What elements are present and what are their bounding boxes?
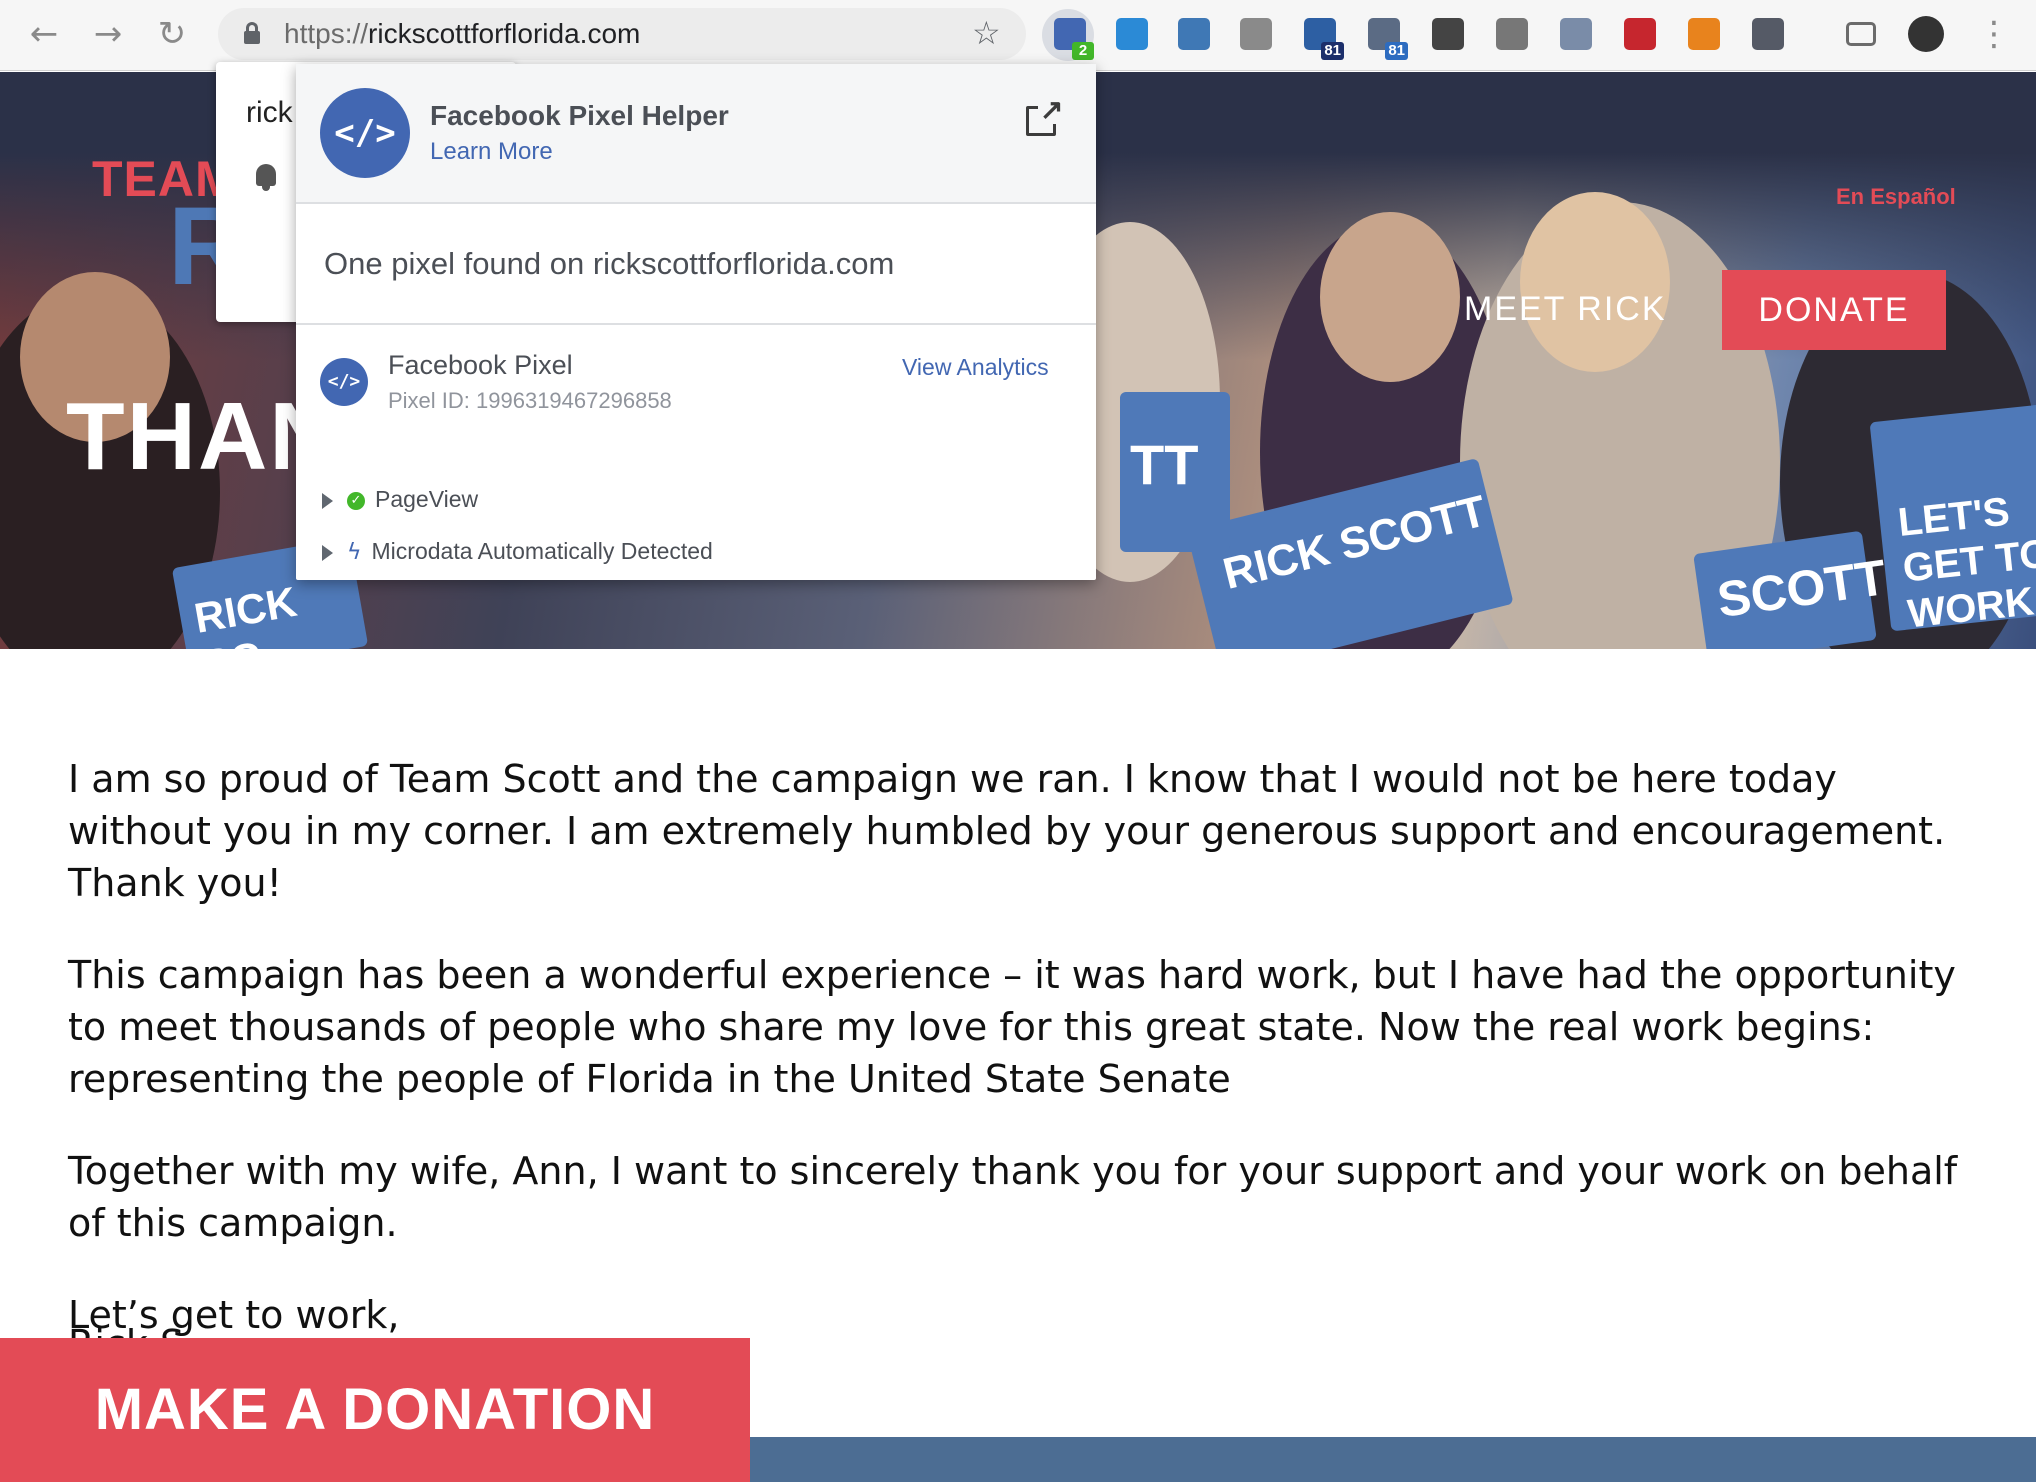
lock-icon[interactable] bbox=[244, 22, 260, 44]
reload-icon[interactable]: ↻ bbox=[152, 14, 192, 54]
pixel-helper-popup: </> Facebook Pixel Helper Learn More ↗ O… bbox=[296, 64, 1096, 580]
event-label: Microdata Automatically Detected bbox=[371, 538, 713, 564]
pixel-id: Pixel ID: 1996319467296858 bbox=[388, 388, 672, 413]
drive-ext-icon[interactable] bbox=[1240, 18, 1272, 50]
event-label: PageView bbox=[375, 486, 479, 512]
nav-donate-button[interactable]: DONATE bbox=[1722, 270, 1946, 350]
fox-ext-icon[interactable] bbox=[1688, 18, 1720, 50]
screen-capture-ext-icon[interactable] bbox=[1178, 18, 1210, 50]
event-row-microdata[interactable]: ϟ Microdata Automatically Detected bbox=[322, 538, 713, 565]
expand-triangle-icon[interactable] bbox=[322, 492, 333, 509]
facebook-pixel-helper-ext-icon[interactable]: 2 bbox=[1054, 18, 1094, 60]
tag-ext-icon[interactable]: 81 bbox=[1304, 18, 1344, 60]
pixels-found-text: One pixel found on rickscottforflorida.c… bbox=[324, 246, 895, 281]
pixel-code-icon: </> bbox=[320, 358, 368, 406]
bookmark-star-icon[interactable]: ☆ bbox=[972, 14, 1001, 52]
campaign-sign: TT bbox=[1120, 392, 1230, 552]
extension-badge: 81 bbox=[1321, 42, 1344, 60]
folder-ext-icon[interactable] bbox=[1752, 18, 1784, 50]
external-link-icon[interactable]: ↗ bbox=[1026, 96, 1064, 136]
extension-badge: 2 bbox=[1072, 42, 1094, 60]
bell-icon[interactable] bbox=[254, 162, 278, 192]
window-ext-icon[interactable] bbox=[1116, 18, 1148, 50]
extension-badge: 81 bbox=[1385, 42, 1408, 60]
pixel-name: Facebook Pixel bbox=[388, 350, 573, 380]
thank-you-letter: I am so proud of Team Scott and the camp… bbox=[68, 753, 1988, 1381]
crowd-face bbox=[1320, 212, 1460, 382]
url-text[interactable]: https://rickscottforflorida.com bbox=[284, 18, 640, 50]
profile-avatar[interactable] bbox=[1908, 16, 1944, 52]
crowd-face bbox=[1520, 192, 1670, 372]
letter-paragraph: Together with my wife, Ann, I want to si… bbox=[68, 1149, 1958, 1245]
pixel-helper-logo-icon: </> bbox=[320, 88, 410, 178]
view-analytics-link[interactable]: View Analytics bbox=[902, 354, 1049, 381]
learn-more-link[interactable]: Learn More bbox=[430, 138, 553, 166]
language-link-espanol[interactable]: En Español bbox=[1836, 184, 1956, 210]
eye-ext-icon[interactable] bbox=[1496, 18, 1528, 50]
letter-paragraph: I am so proud of Team Scott and the camp… bbox=[68, 757, 1946, 905]
check-circle-icon: ✓ bbox=[347, 491, 365, 510]
forward-arrow-icon[interactable]: → bbox=[88, 14, 128, 54]
popup-divider bbox=[296, 323, 1096, 325]
notification-text: rick bbox=[246, 96, 293, 129]
cast-icon[interactable] bbox=[1846, 22, 1876, 46]
letter-paragraph: Let’s get to work, bbox=[68, 1293, 400, 1337]
blocker-ext-icon[interactable] bbox=[1624, 18, 1656, 50]
magnifier-ext-icon[interactable] bbox=[1560, 18, 1592, 50]
event-row-pageview[interactable]: ✓ PageView bbox=[322, 486, 478, 513]
expand-triangle-icon[interactable] bbox=[322, 544, 333, 561]
letter-paragraph: This campaign has been a wonderful exper… bbox=[68, 953, 1956, 1101]
popup-header: </> Facebook Pixel Helper Learn More ↗ bbox=[296, 64, 1096, 204]
back-arrow-icon[interactable]: ← bbox=[24, 14, 64, 54]
browser-toolbar: ← → ↻ https://rickscottforflorida.com ☆ … bbox=[0, 0, 2036, 71]
lightning-bolt-icon: ϟ bbox=[347, 540, 362, 566]
nav-meet-rick[interactable]: MEET RICK bbox=[1464, 290, 1667, 329]
r-ext-icon[interactable] bbox=[1432, 18, 1464, 50]
menu-kebab-icon[interactable]: ⋮ bbox=[1974, 14, 2014, 54]
make-donation-button[interactable]: MAKE A DONATION bbox=[0, 1338, 750, 1482]
campaign-sign: LET'S GET TO WORK bbox=[1869, 402, 2036, 636]
popup-title: Facebook Pixel Helper bbox=[430, 100, 729, 131]
sitemap-ext-icon[interactable]: 81 bbox=[1368, 18, 1408, 60]
